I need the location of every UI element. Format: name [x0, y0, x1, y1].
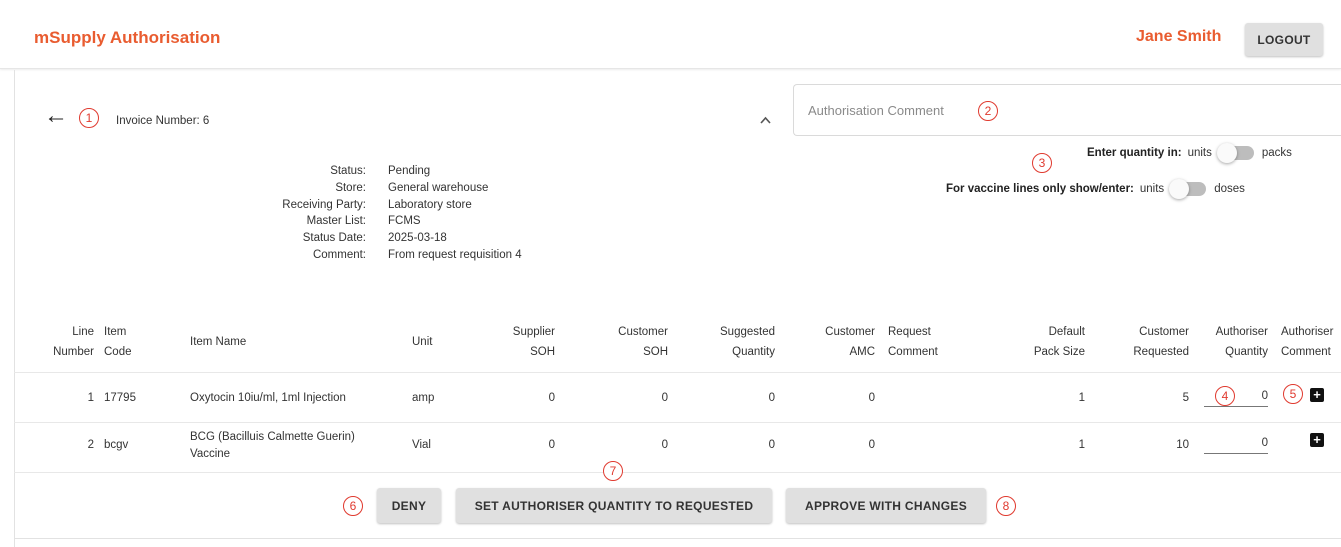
chevron-up-icon[interactable]: [760, 112, 771, 127]
annotation-marker: 3: [1032, 153, 1052, 173]
divider: [14, 538, 1341, 539]
vaccine-toggle-units: units: [1139, 183, 1165, 195]
detail-row: Comment: From request requisition 4: [312, 248, 522, 261]
col-customer-soh[interactable]: Customer SOH: [590, 322, 668, 362]
cell-supplier-soh: 0: [548, 392, 555, 404]
annotation-marker: 1: [79, 108, 99, 128]
quantity-toggle-units: units: [1187, 147, 1212, 159]
cell-suggested: 0: [768, 439, 775, 451]
col-item-name[interactable]: Item Name: [190, 332, 310, 352]
cell-line: 1: [87, 392, 94, 404]
cell-code: bcgv: [104, 439, 129, 451]
comment-placeholder: Authorisation Comment: [808, 103, 944, 118]
detail-row: Status: Pending: [330, 165, 431, 177]
cell-customer-soh: 0: [661, 439, 668, 451]
cell-pack-size: 1: [1078, 392, 1085, 404]
col-authoriser-quantity[interactable]: Authoriser Quantity: [1195, 322, 1268, 362]
cell-unit: Vial: [412, 439, 431, 451]
quantity-toggle-packs: packs: [1261, 147, 1292, 159]
cell-requested: 5: [1182, 392, 1189, 404]
authorisation-comment-input[interactable]: Authorisation Comment: [793, 84, 1341, 136]
vaccine-toggle-row: For vaccine lines only show/enter: units…: [946, 179, 1245, 199]
app-title: mSupply Authorisation: [34, 28, 221, 47]
deny-button[interactable]: DENY: [377, 488, 441, 523]
cell-code: 17795: [104, 392, 136, 404]
authoriser-quantity-input[interactable]: 0: [1204, 432, 1268, 454]
col-suggested-quantity[interactable]: Suggested Quantity: [695, 322, 775, 362]
annotation-marker: 6: [343, 496, 363, 516]
vaccine-toggle-doses: doses: [1214, 183, 1245, 195]
col-unit[interactable]: Unit: [412, 332, 462, 352]
user-name: Jane Smith: [1136, 28, 1222, 45]
cell-amc: 0: [868, 392, 875, 404]
divider: [14, 372, 1341, 373]
annotation-marker: 5: [1283, 384, 1303, 404]
cell-supplier-soh: 0: [548, 439, 555, 451]
approve-with-changes-button[interactable]: APPROVE WITH CHANGES: [786, 488, 986, 523]
logout-button[interactable]: LOGOUT: [1245, 23, 1323, 56]
col-customer-requested[interactable]: Customer Requested: [1105, 322, 1189, 362]
cell-item-name: Oxytocin 10iu/ml, 1ml Injection: [190, 392, 346, 404]
detail-row: Receiving Party: Laboratory store: [282, 198, 472, 211]
divider: [14, 472, 1341, 473]
cell-unit: amp: [412, 392, 435, 404]
cell-pack-size: 1: [1078, 439, 1085, 451]
col-item-code[interactable]: Item Code: [104, 322, 154, 362]
divider: [14, 422, 1341, 423]
quantity-unit-toggle-row: Enter quantity in: units packs: [1087, 143, 1292, 163]
col-default-pack-size[interactable]: Default Pack Size: [1000, 322, 1085, 362]
authorisation-panel: [14, 70, 1341, 547]
detail-row: Master List: FCMS: [306, 215, 421, 228]
cell-requested: 10: [1176, 439, 1189, 451]
annotation-marker: 4: [1215, 386, 1235, 406]
add-comment-icon[interactable]: +: [1310, 433, 1324, 447]
quantity-toggle-label: Enter quantity in:: [1087, 147, 1182, 159]
detail-row: Status Date: 2025-03-18: [302, 232, 447, 245]
col-customer-amc[interactable]: Customer AMC: [795, 322, 875, 362]
annotation-marker: 8: [996, 496, 1016, 516]
authoriser-quantity-input[interactable]: 0: [1204, 385, 1268, 407]
col-request-comment[interactable]: Request Comment: [888, 322, 968, 362]
vaccine-toggle-label: For vaccine lines only show/enter:: [946, 183, 1134, 195]
arrow-left-icon[interactable]: ←: [44, 104, 68, 128]
cell-customer-soh: 0: [661, 392, 668, 404]
cell-line: 2: [87, 439, 94, 451]
add-comment-icon[interactable]: +: [1310, 388, 1324, 402]
cell-item-name-line1: BCG (Bacilluis Calmette Guerin): [190, 431, 355, 443]
invoice-details: Status: Pending Store: General warehouse R…: [230, 163, 522, 264]
cell-item-name-line2: Vaccine: [190, 448, 231, 460]
invoice-number: Invoice Number: 6: [116, 115, 210, 127]
col-supplier-soh[interactable]: Supplier SOH: [480, 322, 555, 362]
switch-knob: [1216, 143, 1237, 163]
quantity-unit-switch[interactable]: [1216, 143, 1254, 163]
cell-suggested: 0: [768, 392, 775, 404]
app-header: mSupply Authorisation Jane Smith LOGOUT: [0, 0, 1341, 69]
col-authoriser-comment[interactable]: Authoriser Comment: [1281, 322, 1341, 362]
annotation-marker: 2: [978, 101, 998, 121]
detail-row: Store: General warehouse: [335, 181, 489, 194]
annotation-marker: 7: [603, 461, 623, 481]
vaccine-unit-switch[interactable]: [1169, 179, 1207, 199]
col-line-number[interactable]: Line Number: [44, 322, 94, 362]
cell-amc: 0: [868, 439, 875, 451]
set-quantity-to-requested-button[interactable]: SET AUTHORISER QUANTITY TO REQUESTED: [456, 488, 772, 523]
